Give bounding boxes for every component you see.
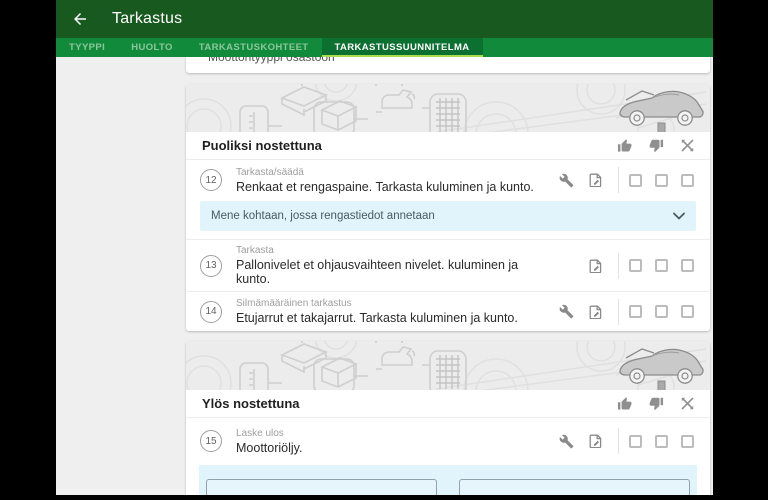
divider — [618, 252, 619, 279]
inspection-item-12: 12 Tarkasta/säädä Renkaat et rengaspaine… — [186, 160, 710, 200]
clipped-text-line: Moottorityyppi osastoon — [208, 57, 335, 64]
thumbs-up-icon[interactable] — [617, 396, 632, 411]
item-texts: Laske ulos Moottoriöljy. — [236, 428, 547, 455]
note-edit-icon[interactable] — [586, 305, 603, 319]
item-number-badge: 14 — [200, 300, 222, 323]
item-description: Renkaat et rengaspaine. Tarkasta kulumin… — [236, 179, 534, 194]
adjust-wrench-icon[interactable] — [558, 434, 575, 449]
inspection-item-15: 15 Laske ulos Moottoriöljy. — [186, 418, 710, 464]
item-action-label: Silmämääräinen tarkastus — [236, 298, 352, 309]
status-checkboxes — [629, 173, 694, 187]
car-on-lift-icon — [619, 90, 704, 132]
item-controls — [547, 428, 694, 454]
status-checkbox-3[interactable] — [681, 434, 694, 448]
section-bulk-actions — [617, 396, 694, 411]
item-texts: Silmämääräinen tarkastus Etujarrut et ta… — [236, 298, 547, 325]
status-checkbox-3[interactable] — [681, 173, 694, 187]
status-checkboxes — [629, 434, 694, 448]
app-window: Tarkastus TYYPPI HUOLTO TARKASTUSKOHTEET… — [56, 0, 713, 495]
item-action-label: Laske ulos — [236, 427, 284, 439]
divider — [618, 298, 619, 325]
thumbs-up-icon[interactable] — [617, 138, 632, 153]
field-label: Moottoriöljyn luokitus (OEM) — [220, 494, 371, 495]
section-bulk-actions — [617, 138, 694, 153]
item-texts: Tarkasta/säädä Renkaat et rengaspaine. T… — [236, 167, 547, 194]
arrow-back-icon — [74, 13, 86, 25]
section-header: Ylös nostettuna — [186, 390, 710, 418]
back-button[interactable] — [68, 7, 92, 31]
item-texts: Tarkasta Pallonivelet et ohjausvaihteen … — [236, 245, 547, 286]
section-card-ylos-nostettuna: Ylös nostettuna 15 Laske ulos Moottoriöl… — [186, 341, 710, 495]
tab-label: TYYPPI — [69, 42, 106, 53]
section-card-puoliksi-nostettuna: Puoliksi nostettuna 12 Tarkasta/säädä Re… — [186, 84, 710, 331]
item-description: Pallonivelet et ohjausvaihteen nivelet. … — [236, 258, 519, 286]
scrolled-out-card: Moottorityyppi osastoon — [186, 57, 710, 73]
thumbs-down-icon[interactable] — [649, 138, 664, 153]
tab-label: TARKASTUSSUUNNITELMA — [334, 42, 470, 53]
divider — [618, 428, 619, 454]
workshop-doodles-icon — [186, 341, 707, 390]
item-description: Etujarrut et takajarrut. Tarkasta kulumi… — [236, 311, 518, 325]
banner-illustration — [186, 341, 710, 390]
car-on-lift-icon — [619, 348, 704, 390]
tab-tarkastuskohteet[interactable]: TARKASTUSKOHTEET — [186, 38, 322, 57]
tab-tyyppi[interactable]: TYYPPI — [56, 38, 118, 57]
section-title: Puoliksi nostettuna — [202, 138, 322, 153]
status-checkbox-1[interactable] — [629, 173, 642, 187]
status-checkbox-3[interactable] — [681, 305, 694, 318]
divider — [618, 167, 619, 193]
tab-huolto[interactable]: HUOLTO — [118, 38, 186, 57]
active-tab-indicator — [321, 55, 483, 57]
status-checkbox-1[interactable] — [629, 305, 642, 318]
tab-label: HUOLTO — [131, 42, 173, 53]
tab-label: TARKASTUSKOHTEET — [198, 42, 309, 53]
oil-sae-viscosity-field[interactable]: Moottoriöljyn viskositeetti (SAE) — [459, 479, 690, 495]
field-label: Moottoriöljyn viskositeetti (SAE) — [473, 494, 642, 495]
item-controls — [547, 298, 694, 325]
goto-tire-data-banner[interactable]: Mene kohtaan, jossa rengastiedot annetaa… — [200, 201, 696, 231]
item-controls — [547, 252, 694, 279]
note-edit-icon[interactable] — [586, 259, 603, 273]
adjust-wrench-icon[interactable] — [558, 173, 575, 188]
status-checkboxes — [629, 259, 694, 272]
tab-bar: TYYPPI HUOLTO TARKASTUSKOHTEET TARKASTUS… — [56, 38, 713, 57]
workshop-doodles-icon — [186, 84, 707, 132]
item-action-label: Tarkasta — [236, 245, 274, 256]
item-action-label: Tarkasta/säädä — [236, 166, 304, 178]
clear-cross-icon[interactable] — [681, 397, 694, 410]
inspection-item-13: 13 Tarkasta Pallonivelet et ohjausvaihte… — [186, 239, 710, 291]
adjust-wrench-icon[interactable] — [558, 304, 575, 319]
oil-data-panel: Moottoriöljyn luokitus (OEM) Moottoriölj… — [199, 465, 697, 495]
inspection-item-14: 14 Silmämääräinen tarkastus Etujarrut et… — [186, 291, 710, 331]
status-checkbox-3[interactable] — [681, 259, 694, 272]
item-number-badge: 15 — [200, 430, 222, 452]
oil-oem-classification-field[interactable]: Moottoriöljyn luokitus (OEM) — [206, 479, 437, 495]
item-number-badge: 12 — [200, 169, 222, 191]
note-edit-icon[interactable] — [586, 434, 603, 448]
banner-illustration — [186, 84, 710, 132]
tab-tarkastussuunnitelma[interactable]: TARKASTUSSUUNNITELMA — [321, 38, 483, 57]
status-checkbox-2[interactable] — [655, 173, 668, 187]
app-bar: Tarkastus — [56, 0, 713, 38]
clear-cross-icon[interactable] — [681, 139, 694, 152]
status-checkbox-1[interactable] — [629, 434, 642, 448]
status-checkbox-2[interactable] — [655, 305, 668, 318]
item-description: Moottoriöljy. — [236, 440, 303, 455]
section-header: Puoliksi nostettuna — [186, 132, 710, 160]
section-title: Ylös nostettuna — [202, 396, 300, 411]
note-edit-icon[interactable] — [586, 173, 603, 187]
status-checkbox-2[interactable] — [655, 259, 668, 272]
status-checkboxes — [629, 305, 694, 318]
item-number-badge: 13 — [200, 254, 222, 277]
banner-text: Mene kohtaan, jossa rengastiedot annetaa… — [211, 210, 435, 222]
status-checkbox-1[interactable] — [629, 259, 642, 272]
page-title: Tarkastus — [112, 10, 183, 27]
status-checkbox-2[interactable] — [655, 434, 668, 448]
inspection-plan-scroll-area[interactable]: Moottorityyppi osastoon Puoliksi nostett… — [56, 57, 713, 495]
chevron-down-icon — [673, 212, 685, 220]
item-controls — [547, 167, 694, 193]
thumbs-down-icon[interactable] — [649, 396, 664, 411]
